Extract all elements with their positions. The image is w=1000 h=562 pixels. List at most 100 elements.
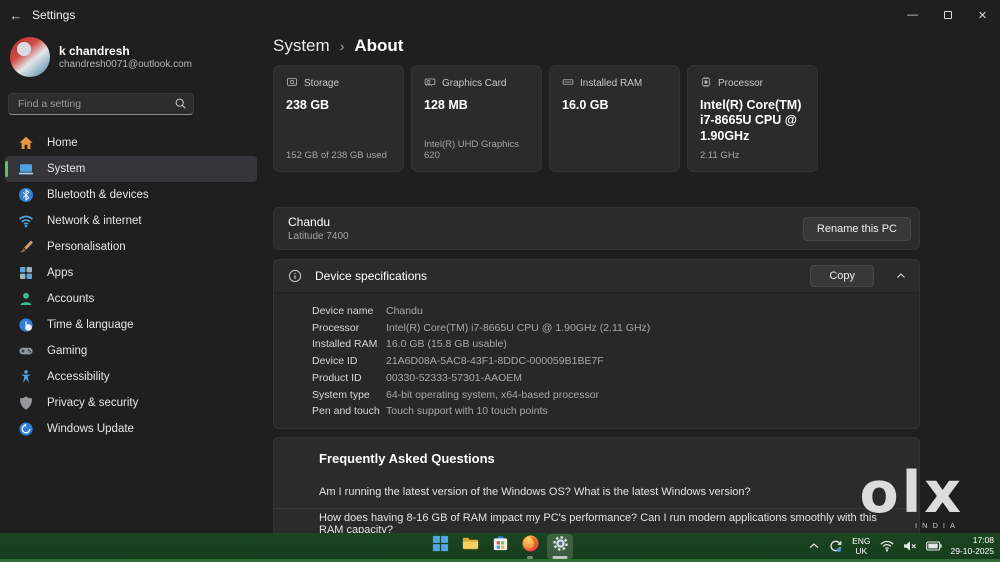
sidebar-item-apps[interactable]: Apps: [5, 260, 257, 286]
sidebar-item-bluetooth[interactable]: Bluetooth & devices: [5, 182, 257, 208]
sidebar-item-label: Time & language: [47, 319, 134, 331]
sidebar-item-home[interactable]: Home: [5, 130, 257, 156]
windows-update-icon: [18, 421, 34, 437]
spec-label: Pen and touch: [312, 405, 380, 418]
card-caption: 2.11 GHz: [700, 150, 740, 161]
battery-icon[interactable]: [925, 541, 942, 551]
graphics-card-card[interactable]: Graphics Card 128 MB Intel(R) UHD Graphi…: [411, 65, 542, 172]
profile-name: k chandresh: [59, 44, 130, 58]
minimize-button[interactable]: —: [895, 0, 930, 30]
graphics-card-icon: [424, 76, 436, 91]
faq-question-text: Am I running the latest version of the W…: [319, 485, 751, 498]
table-row: Pen and touch Touch support with 10 touch…: [312, 403, 919, 420]
privacy-shield-icon: [18, 395, 34, 411]
installed-ram-card[interactable]: Installed RAM 16.0 GB: [549, 65, 680, 172]
clock[interactable]: 17:08 29-10-2025: [951, 535, 994, 557]
table-row: Processor Intel(R) Core(TM) i7-8665U CPU …: [312, 320, 919, 337]
sidebar-item-system[interactable]: System: [5, 156, 257, 182]
maximize-button[interactable]: [930, 0, 965, 30]
card-value: 16.0 GB: [562, 98, 609, 112]
spec-value: Chandu: [386, 305, 423, 317]
back-arrow-icon: ←: [9, 7, 23, 23]
active-indicator: [5, 161, 8, 177]
maximize-icon: [943, 11, 952, 19]
card-label: Installed RAM: [580, 78, 643, 89]
sidebar-item-time-language[interactable]: Time & language: [5, 312, 257, 338]
page-title: About: [354, 36, 404, 55]
system-tray: ENG UK 17:08 29-10-2025: [809, 533, 994, 559]
card-caption: Intel(R) UHD Graphics 620: [424, 139, 520, 161]
spec-table: Device name Chandu Processor Intel(R) Core…: [274, 293, 919, 428]
sidebar-item-label: Home: [47, 137, 78, 149]
spec-label: Device ID: [312, 355, 358, 368]
storage-icon: [286, 76, 298, 91]
table-row: Device ID 21A6D08A-5AC8-43F1-8DDC-000059B…: [312, 353, 919, 370]
section-title: Device specifications: [315, 269, 428, 283]
close-icon: ✕: [977, 9, 988, 22]
running-indicator: [527, 556, 533, 559]
table-row: Installed RAM 16.0 GB (15.8 GB usable): [312, 336, 919, 353]
sidebar-item-label: Accounts: [47, 293, 95, 305]
sidebar-item-label: Privacy & security: [47, 397, 139, 409]
sidebar-item-label: Apps: [47, 267, 74, 279]
avatar: [10, 37, 50, 77]
table-row: System type 64-bit operating system, x64-…: [312, 387, 919, 404]
card-label: Processor: [718, 78, 764, 89]
system-icon: [18, 161, 34, 177]
store-button[interactable]: [487, 534, 513, 559]
file-explorer-button[interactable]: [457, 534, 483, 559]
close-button[interactable]: ✕: [965, 0, 1000, 30]
settings-window: ← Settings — ✕ k chandresh chandresh0071…: [0, 0, 1000, 562]
home-icon: [18, 135, 34, 151]
sidebar-item-windows-update[interactable]: Windows Update: [5, 416, 257, 442]
card-value: 238 GB: [286, 98, 330, 112]
settings-taskbar-button[interactable]: [547, 533, 573, 559]
sidebar-item-accounts[interactable]: Accounts: [5, 286, 257, 312]
chevron-up-icon[interactable]: [895, 270, 907, 282]
rename-pc-button[interactable]: Rename this PC: [802, 216, 911, 241]
breadcrumb-parent[interactable]: System: [273, 36, 330, 56]
spec-label: Product ID: [312, 371, 362, 384]
sidebar-item-accessibility[interactable]: Accessibility: [5, 364, 257, 390]
window-title: Settings: [32, 8, 76, 22]
sidebar-item-label: Network & internet: [47, 215, 142, 227]
copy-button[interactable]: Copy: [810, 265, 874, 287]
windows-update-tray-icon[interactable]: [828, 539, 843, 554]
storage-card[interactable]: Storage 238 GB 152 GB of 238 GB used: [273, 65, 404, 172]
sidebar-item-personalisation[interactable]: Personalisation: [5, 234, 257, 260]
device-specifications-section: Device specifications Copy Device name Ch…: [273, 259, 920, 429]
volume-muted-icon[interactable]: [903, 540, 917, 552]
card-label: Graphics Card: [442, 78, 507, 89]
search-input[interactable]: [8, 93, 194, 115]
language-line2: UK: [855, 546, 868, 556]
tray-chevron-up-icon[interactable]: [809, 543, 819, 549]
device-model: Latitude 7400: [288, 230, 349, 242]
sidebar-item-network[interactable]: Network & internet: [5, 208, 257, 234]
sidebar-item-gaming[interactable]: Gaming: [5, 338, 257, 364]
breadcrumb-separator-icon: ›: [339, 38, 345, 54]
card-label: Storage: [304, 78, 340, 89]
accounts-icon: [18, 291, 34, 307]
summary-cards: Storage 238 GB 152 GB of 238 GB used Gra…: [273, 65, 920, 172]
firefox-button[interactable]: [517, 534, 543, 559]
spec-label: Device name: [312, 305, 374, 317]
spec-label: Installed RAM: [312, 338, 378, 351]
taskbar: ENG UK 17:08 29-10-2025: [0, 533, 1000, 562]
start-button[interactable]: [427, 534, 453, 559]
language-indicator[interactable]: ENG UK: [852, 536, 870, 556]
sidebar: k chandresh chandresh0071@outlook.com Ho…: [0, 30, 262, 533]
minimize-icon: —: [907, 9, 918, 21]
faq-question[interactable]: Am I running the latest version of the W…: [274, 476, 919, 508]
wifi-icon[interactable]: [880, 540, 894, 552]
device-specifications-header[interactable]: Device specifications Copy: [274, 260, 919, 293]
processor-card[interactable]: Processor Intel(R) Core(TM) i7-8665U CPU…: [687, 65, 818, 172]
sidebar-item-privacy[interactable]: Privacy & security: [5, 390, 257, 416]
spec-value: 16.0 GB (15.8 GB usable): [386, 338, 507, 351]
search-icon: [174, 97, 187, 110]
table-row: Device name Chandu: [312, 303, 919, 320]
store-icon: [491, 534, 510, 558]
profile[interactable]: k chandresh chandresh0071@outlook.com: [10, 37, 262, 77]
titlebar: ← Settings — ✕: [0, 0, 1000, 30]
back-button[interactable]: ←: [0, 0, 32, 30]
device-name-section: Chandu Latitude 7400 Rename this PC: [273, 207, 920, 250]
